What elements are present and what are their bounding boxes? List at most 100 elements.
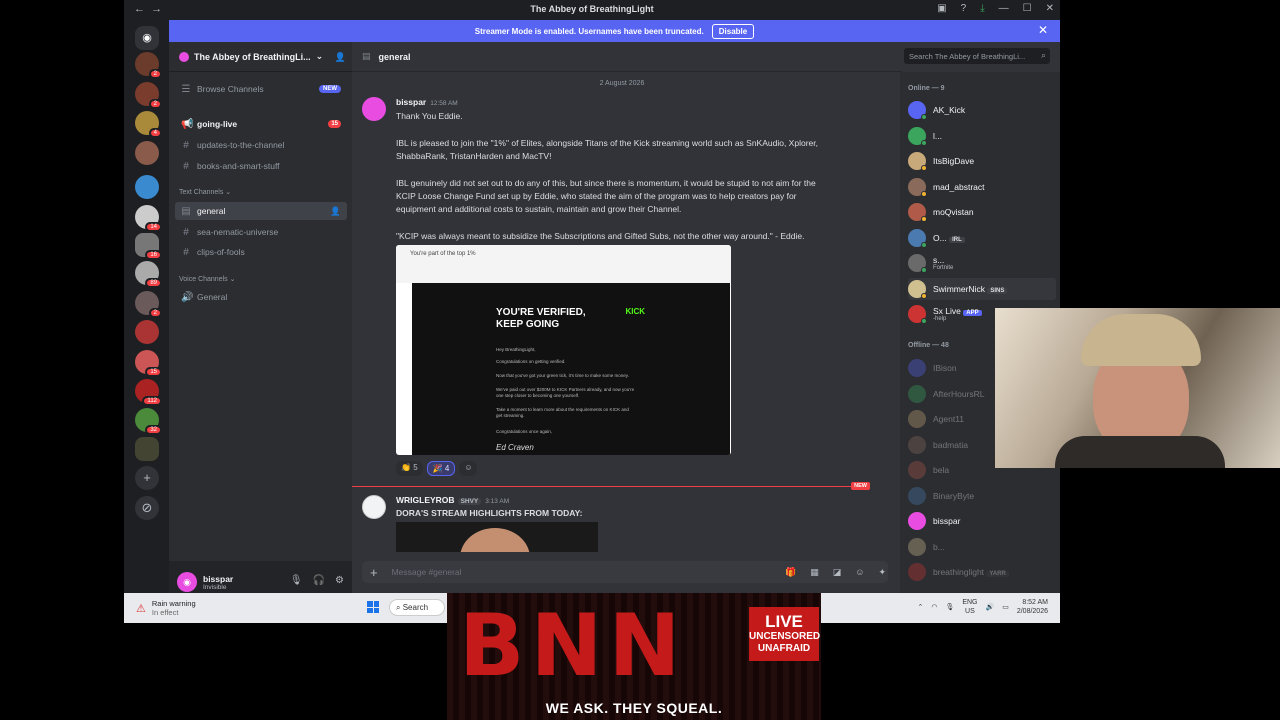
server-icon[interactable] [135,175,159,199]
server-header[interactable]: The Abbey of BreathingLi... ⌄ 👤 [169,42,352,72]
server-icon[interactable]: 14 [135,205,162,232]
direct-messages-icon[interactable]: ◉ [135,26,159,50]
server-icon[interactable]: 112 [135,379,162,406]
member-item[interactable]: breathinglight YARR [908,561,1056,583]
help-icon[interactable]: ? [961,3,967,14]
channel-general[interactable]: ▤ general 👤 [175,202,347,220]
channel-updates[interactable]: # updates-to-the-channel [175,136,347,154]
server-icon[interactable]: 16 [135,233,162,260]
close-icon[interactable]: ✕ [1046,3,1054,14]
avatar [908,435,926,454]
chevron-up-icon[interactable]: ⌃ [917,603,923,611]
server-icon[interactable]: 4 [135,111,162,138]
server-icon[interactable]: 89 [135,261,162,288]
add-server-icon[interactable]: + [135,466,159,490]
channel-label: updates-to-the-channel [197,140,285,150]
server-icon[interactable]: 2 [135,291,162,318]
avatar[interactable]: ◉ [177,572,197,592]
channel-going-live[interactable]: 📢 going-live 15 [175,115,347,133]
invite-icon[interactable]: 👤 [335,52,346,63]
category-voice-channels[interactable]: Voice Channels ⌄ [179,275,235,283]
message-author[interactable]: WRIGLEYROB SHVY 3:13 AM [396,495,509,505]
wifi-icon[interactable]: ◠ [931,603,937,611]
message-composer[interactable]: + Message #general 🎁 ▦ ◪ ☺ ✦ [362,561,888,583]
channel-label: going-live [197,119,238,129]
voice-channel-general[interactable]: 🔊 General [175,288,347,306]
explore-icon[interactable]: ⊘ [135,496,159,520]
emoji-icon[interactable]: ☺ [855,567,864,578]
clock-time[interactable]: 8:52 AM [1017,598,1048,607]
attached-image[interactable]: You're part of the top 1% YOU'RE VERIFIE… [396,245,731,455]
server-icon[interactable]: 2 [135,82,162,109]
sticker-icon[interactable]: ◪ [833,567,842,578]
new-label: NEW [851,482,870,490]
avatar [908,305,927,324]
online-header: Online — 9 [908,85,945,92]
member-item[interactable]: ItsBigDave [908,150,1056,172]
video-thumbnail[interactable] [396,522,598,552]
member-item[interactable]: mad_abstract [908,176,1056,198]
add-member-icon[interactable]: 👤 [330,206,341,217]
attach-plus-icon[interactable]: + [370,565,378,580]
member-name: breathinglight [933,567,985,577]
region: US [965,608,975,615]
settings-icon[interactable]: ⚙ [335,575,344,586]
server-icon[interactable]: 15 [135,350,162,377]
taskbar-search[interactable]: ⌕ Search [389,599,445,616]
windows-start-icon[interactable] [367,601,379,613]
speaker-icon: 🔊 [181,291,194,303]
system-tray: ⌃ ◠ 🎙 ENG US 🔊 ▭ 8:52 AM 2/08/2026 [917,598,1048,616]
reaction-party[interactable]: 🎉 4 [426,461,456,476]
user-info[interactable]: bisspar Invisible [203,574,233,591]
apps-icon[interactable]: ✦ [878,567,886,578]
member-item[interactable]: l... [908,125,1056,147]
maximize-icon[interactable]: ☐ [1023,3,1032,14]
weather-sub: In effect [151,608,179,617]
category-text-channels[interactable]: Text Channels ⌄ [179,188,231,196]
headphones-icon[interactable]: 🎧 [313,575,325,586]
server-icon[interactable] [135,141,159,165]
reaction-clap[interactable]: 👏 5 [396,461,423,476]
member-name: IBison [933,363,957,373]
announcement-icon: 📢 [181,118,194,130]
gif-icon[interactable]: ▦ [810,567,819,578]
member-item[interactable]: b... [908,536,1056,558]
search-input[interactable]: Search The Abbey of BreathingLi... ⌕ [904,48,1050,64]
add-reaction-icon[interactable]: ☺ [459,461,478,476]
channel-books[interactable]: # books-and-smart-stuff [175,157,347,175]
member-item[interactable]: moQvistan [908,201,1056,223]
volume-icon[interactable]: 🔊 [986,603,995,611]
avatar[interactable] [362,495,386,519]
server-icon[interactable]: 2 [135,52,162,79]
banner-close-icon[interactable]: ✕ [1038,23,1048,37]
download-icon[interactable]: ⤓ [980,3,984,14]
language[interactable]: ENG [962,598,977,607]
avatar[interactable] [362,97,386,121]
browse-channels[interactable]: ☰ Browse Channels NEW [175,80,347,98]
minimize-icon[interactable]: — [999,3,1009,14]
gift-icon[interactable]: 🎁 [785,567,796,578]
member-item[interactable]: O... IRL [908,227,1056,249]
mic-icon[interactable]: 🎙 [945,603,954,611]
message-author[interactable]: bisspar 12:58 AM [396,97,458,107]
member-item[interactable]: s... Fortnite [908,252,1056,274]
member-item[interactable]: bisspar [908,510,1056,532]
channel-sea-nematic[interactable]: # sea-nematic-universe [175,223,347,241]
member-item[interactable]: AK_Kick [908,99,1056,121]
server-icon[interactable] [135,437,159,461]
server-icon[interactable]: 32 [135,408,162,435]
microphone-icon[interactable]: 🎙 [290,575,303,586]
email-signature: Ed Craven [496,443,534,452]
channel-clips[interactable]: # clips-of-fools [175,243,347,261]
server-icon[interactable] [135,320,159,344]
chat-header: ▤ general ⌗ 🔕 📌 👥 [352,42,1008,72]
disable-button[interactable]: Disable [711,23,755,39]
member-item[interactable]: SwimmerNick SINS [908,277,1056,300]
battery-icon[interactable]: ▭ [1002,603,1009,611]
webcam-cap [1081,314,1201,366]
member-item[interactable]: BinaryByte [908,485,1056,507]
member-name: BinaryByte [933,490,975,501]
inbox-icon[interactable]: ▣ [937,3,946,14]
avatar [908,486,926,505]
weather-widget[interactable]: ⚠ Rain warning In effect [136,599,196,617]
